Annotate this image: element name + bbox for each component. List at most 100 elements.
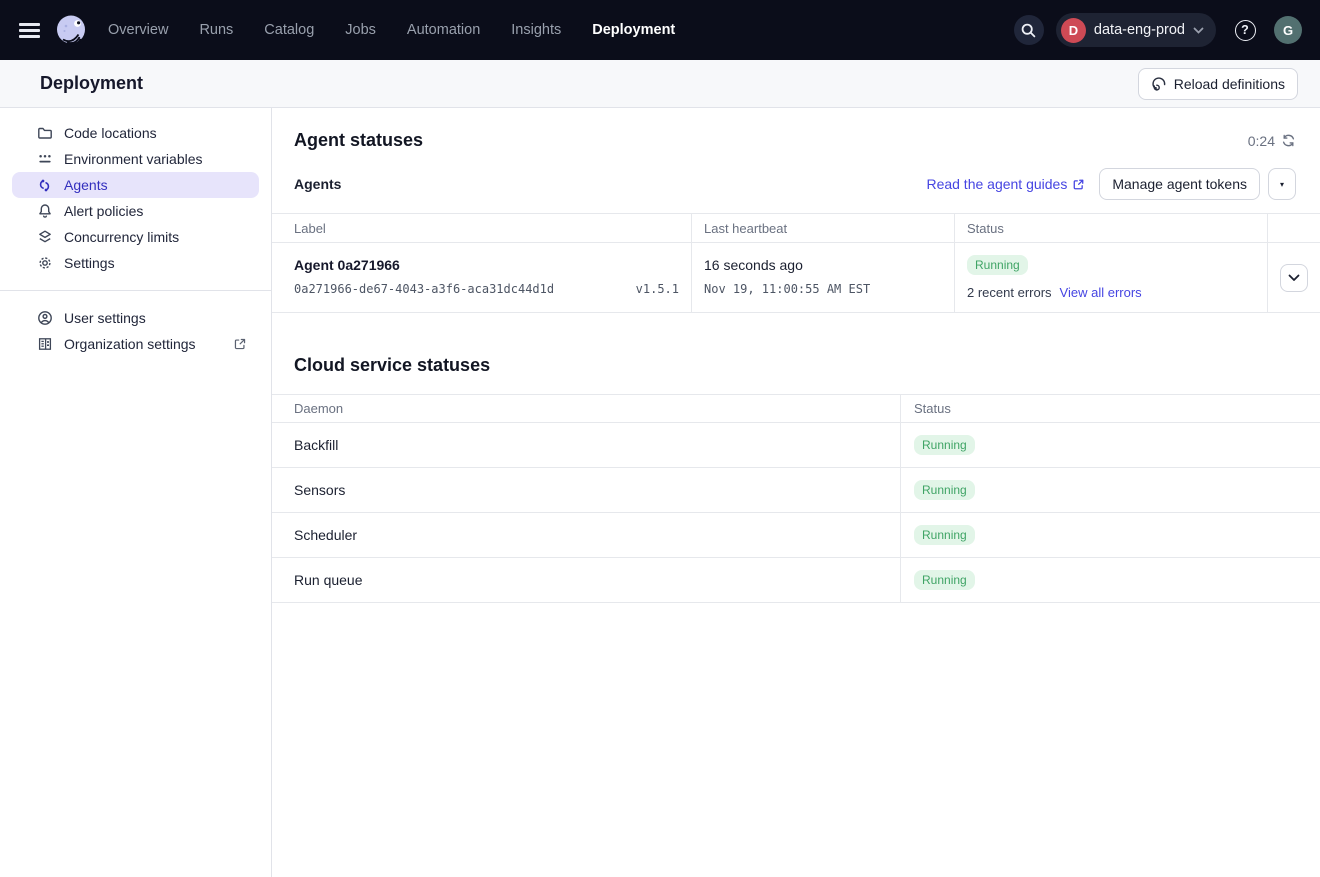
nav-catalog[interactable]: Catalog xyxy=(264,22,314,38)
person-icon xyxy=(36,310,53,327)
view-all-errors-link[interactable]: View all errors xyxy=(1060,285,1142,300)
sidebar-item-organization-settings[interactable]: Organization settings xyxy=(12,331,259,357)
status-badge: Running xyxy=(914,480,975,500)
page-header: Deployment Reload definitions xyxy=(0,60,1320,108)
status-badge: Running xyxy=(967,255,1028,275)
help-button[interactable]: ? xyxy=(1230,15,1260,45)
search-button[interactable] xyxy=(1014,15,1044,45)
env-vars-icon xyxy=(36,151,53,168)
sidebar-item-environment-variables[interactable]: Environment variables xyxy=(12,146,259,172)
agent-version: v1.5.1 xyxy=(636,282,679,296)
search-icon xyxy=(1020,22,1037,39)
refresh-countdown: 0:24 xyxy=(1248,133,1296,149)
column-header-last-heartbeat: Last heartbeat xyxy=(692,214,955,243)
column-header-daemon: Daemon xyxy=(272,395,901,423)
sidebar-item-alert-policies[interactable]: Alert policies xyxy=(12,198,259,224)
daemon-name: Backfill xyxy=(272,423,901,468)
cloud-table-header: Daemon Status xyxy=(272,395,1320,423)
column-header-status: Status xyxy=(955,214,1268,243)
agent-statuses-title: Agent statuses xyxy=(294,130,423,151)
layers-icon xyxy=(36,229,53,246)
agent-expand-button[interactable] xyxy=(1280,264,1308,292)
agents-toolbar: Agents Read the agent guides Manage agen… xyxy=(294,168,1296,200)
daemon-row: Scheduler Running xyxy=(272,513,1320,558)
sidebar-item-label: Agents xyxy=(64,172,108,198)
sidebar-item-settings[interactable]: Settings xyxy=(12,250,259,276)
nav-overview[interactable]: Overview xyxy=(108,22,168,38)
page-title: Deployment xyxy=(40,73,143,94)
refresh-icon[interactable] xyxy=(1281,133,1296,148)
nav-jobs[interactable]: Jobs xyxy=(345,22,376,38)
reload-definitions-label: Reload definitions xyxy=(1174,76,1285,92)
agent-expand-cell xyxy=(1268,243,1320,313)
cloud-service-statuses-title: Cloud service statuses xyxy=(294,355,1296,376)
daemon-row: Backfill Running xyxy=(272,423,1320,468)
agents-table-header: Label Last heartbeat Status xyxy=(272,214,1320,243)
sidebar-item-label: User settings xyxy=(64,310,146,326)
primary-nav: Overview Runs Catalog Jobs Automation In… xyxy=(108,22,675,38)
column-header-label: Label xyxy=(272,214,692,243)
agent-guides-link[interactable]: Read the agent guides xyxy=(926,176,1085,192)
help-icon: ? xyxy=(1235,20,1256,41)
deployment-main: Agent statuses 0:24 Agents Read the agen… xyxy=(272,108,1320,877)
column-header-status: Status xyxy=(901,395,1320,423)
agent-row: Agent 0a271966 0a271966-de67-4043-a3f6-a… xyxy=(272,243,1320,313)
agents-table: Label Last heartbeat Status Agent 0a2719… xyxy=(272,213,1320,313)
deployment-badge: D xyxy=(1061,18,1086,43)
nav-deployment[interactable]: Deployment xyxy=(592,22,675,38)
agent-actions-dropdown-button[interactable]: ▾ xyxy=(1268,168,1296,200)
manage-agent-tokens-label: Manage agent tokens xyxy=(1112,176,1247,192)
agent-id: 0a271966-de67-4043-a3f6-aca31dc44d1d xyxy=(294,282,554,296)
user-avatar[interactable]: G xyxy=(1274,16,1302,44)
sidebar-item-label: Organization settings xyxy=(64,336,196,352)
external-link-icon xyxy=(1072,178,1085,191)
sidebar-item-concurrency-limits[interactable]: Concurrency limits xyxy=(12,224,259,250)
caret-down-icon: ▾ xyxy=(1280,180,1284,189)
sidebar-item-label: Alert policies xyxy=(64,198,143,224)
daemon-name: Scheduler xyxy=(272,513,901,558)
agent-statuses-header: Agent statuses 0:24 xyxy=(294,130,1296,151)
agent-icon xyxy=(36,177,53,194)
external-link-icon xyxy=(233,337,247,351)
folder-icon xyxy=(36,125,53,142)
chevron-down-icon xyxy=(1193,27,1204,34)
daemon-name: Sensors xyxy=(272,468,901,513)
agent-heartbeat-cell: 16 seconds ago Nov 19, 11:00:55 AM EST xyxy=(692,243,955,313)
dagster-logo-icon[interactable] xyxy=(52,11,90,49)
sidebar-item-label: Environment variables xyxy=(64,146,203,172)
hamburger-menu-icon[interactable] xyxy=(14,15,44,45)
deployment-sidebar: Code locations Environment variables Age… xyxy=(0,108,272,877)
top-nav: Overview Runs Catalog Jobs Automation In… xyxy=(0,0,1320,60)
agent-status-cell: Running 2 recent errors View all errors xyxy=(955,243,1268,313)
status-badge: Running xyxy=(914,435,975,455)
cloud-services-table: Daemon Status Backfill Running Sensors R… xyxy=(272,394,1320,603)
sidebar-item-agents[interactable]: Agents xyxy=(12,172,259,198)
code-location-reload-icon xyxy=(1151,76,1167,92)
deployment-name: data-eng-prod xyxy=(1094,22,1185,38)
chevron-down-icon xyxy=(1288,274,1300,282)
agent-guides-link-label: Read the agent guides xyxy=(926,176,1067,192)
nav-automation[interactable]: Automation xyxy=(407,22,480,38)
countdown-value: 0:24 xyxy=(1248,133,1275,149)
sidebar-divider xyxy=(0,290,271,291)
reload-definitions-button[interactable]: Reload definitions xyxy=(1138,68,1298,100)
manage-agent-tokens-button[interactable]: Manage agent tokens xyxy=(1099,168,1260,200)
gear-icon xyxy=(36,255,53,272)
building-icon xyxy=(36,336,53,353)
recent-errors-text: 2 recent errors xyxy=(967,285,1052,300)
heartbeat-timestamp: Nov 19, 11:00:55 AM EST xyxy=(704,282,942,296)
sidebar-item-user-settings[interactable]: User settings xyxy=(12,305,259,331)
status-badge: Running xyxy=(914,525,975,545)
daemon-row: Run queue Running xyxy=(272,558,1320,603)
sidebar-item-label: Concurrency limits xyxy=(64,224,179,250)
nav-insights[interactable]: Insights xyxy=(511,22,561,38)
deployment-switcher[interactable]: D data-eng-prod xyxy=(1056,13,1216,47)
heartbeat-relative: 16 seconds ago xyxy=(704,257,942,273)
daemon-name: Run queue xyxy=(272,558,901,603)
bell-icon xyxy=(36,203,53,220)
sidebar-item-code-locations[interactable]: Code locations xyxy=(12,120,259,146)
nav-runs[interactable]: Runs xyxy=(199,22,233,38)
agent-label-cell: Agent 0a271966 0a271966-de67-4043-a3f6-a… xyxy=(272,243,692,313)
daemon-row: Sensors Running xyxy=(272,468,1320,513)
status-badge: Running xyxy=(914,570,975,590)
